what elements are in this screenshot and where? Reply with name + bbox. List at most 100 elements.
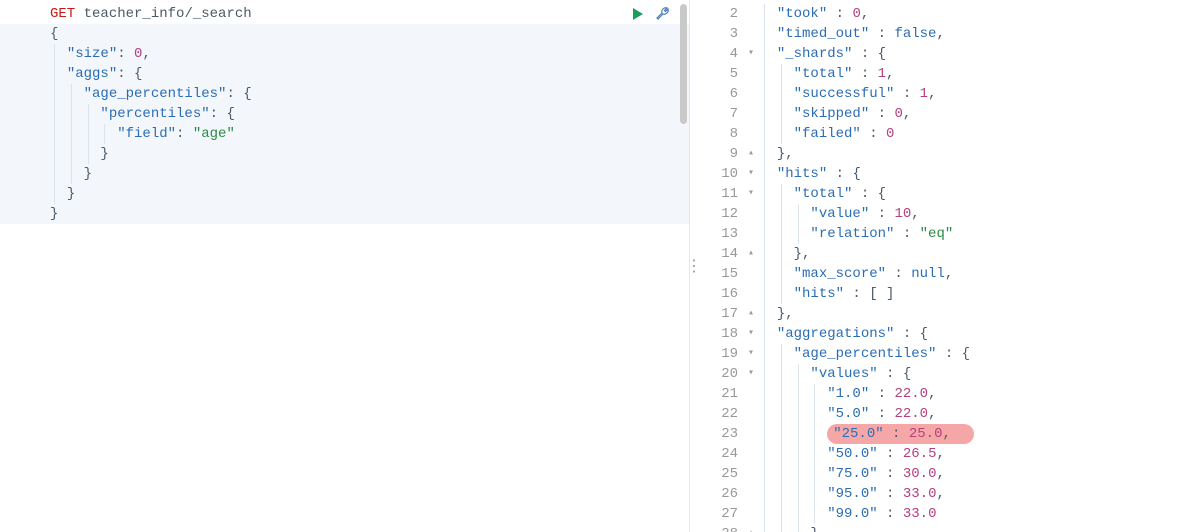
response-line[interactable]: 19▾ "age_percentiles" : { [698, 344, 974, 364]
response-line[interactable]: 28▴ } [698, 524, 974, 532]
response-line[interactable]: 17▴ }, [698, 304, 974, 324]
response-line[interactable]: 2 "took" : 0, [698, 4, 974, 24]
request-editor[interactable]: GET teacher_info/_search{ "size": 0, "ag… [0, 0, 689, 228]
request-line[interactable]: } [0, 164, 689, 184]
token-key: "aggregations" [777, 326, 895, 342]
fold-toggle[interactable]: ▾ [748, 164, 760, 184]
request-line[interactable]: } [0, 144, 689, 164]
response-line[interactable]: 10▾ "hits" : { [698, 164, 974, 184]
fold-toggle [748, 464, 760, 484]
fold-toggle[interactable]: ▴ [748, 304, 760, 324]
token-punc: : [878, 466, 903, 482]
response-line[interactable]: 13 "relation" : "eq" [698, 224, 974, 244]
fold-toggle[interactable]: ▾ [748, 344, 760, 364]
response-line[interactable]: 5 "total" : 1, [698, 64, 974, 84]
response-line[interactable]: 7 "skipped" : 0, [698, 104, 974, 124]
token-key: "percentiles" [100, 106, 209, 122]
token-punc: , [928, 86, 936, 102]
options-button[interactable] [655, 6, 671, 22]
code-content: "hits" : { [760, 164, 861, 184]
fold-toggle[interactable]: ▴ [748, 524, 760, 532]
gutter-left [0, 84, 50, 104]
response-line[interactable]: 11▾ "total" : { [698, 184, 974, 204]
request-line[interactable]: "percentiles": { [0, 104, 689, 124]
code-content: "50.0" : 26.5, [760, 444, 945, 464]
token-punc: : [894, 86, 919, 102]
token-punc: : [827, 6, 852, 22]
response-line[interactable]: 8 "failed" : 0 [698, 124, 974, 144]
response-line[interactable]: 20▾ "values" : { [698, 364, 974, 384]
indent-guide [798, 504, 799, 524]
token-punc: } [810, 526, 818, 532]
indent-guide [764, 444, 765, 464]
response-line[interactable]: 3 "timed_out" : false, [698, 24, 974, 44]
response-line[interactable]: 21 "1.0" : 22.0, [698, 384, 974, 404]
response-line[interactable]: 18▾ "aggregations" : { [698, 324, 974, 344]
response-line[interactable]: 24 "50.0" : 26.5, [698, 444, 974, 464]
token-key: "5.0" [827, 406, 869, 422]
response-line[interactable]: 9▴ }, [698, 144, 974, 164]
response-line[interactable]: 27 "99.0" : 33.0 [698, 504, 974, 524]
scrollbar-track[interactable] [679, 0, 689, 220]
code-content: "values" : { [760, 364, 911, 384]
gutter-left [0, 164, 50, 184]
line-number: 14 [698, 244, 748, 264]
fold-toggle[interactable]: ▾ [748, 44, 760, 64]
indent-guide [88, 124, 89, 144]
token-punc: , [903, 106, 911, 122]
token-punc: : [852, 66, 877, 82]
fold-toggle [748, 84, 760, 104]
request-line[interactable]: } [0, 184, 689, 204]
code-content: "skipped" : 0, [760, 104, 911, 124]
indent-guide [764, 464, 765, 484]
token-punc: : [117, 46, 134, 62]
code-content: "25.0" : 25.0, [760, 424, 974, 444]
response-line[interactable]: 25 "75.0" : 30.0, [698, 464, 974, 484]
response-line[interactable]: 6 "successful" : 1, [698, 84, 974, 104]
token-punc: : [176, 126, 193, 142]
token-num: 22.0 [894, 386, 928, 402]
line-number: 4 [698, 44, 748, 64]
line-number: 15 [698, 264, 748, 284]
fold-toggle[interactable]: ▾ [748, 364, 760, 384]
fold-toggle[interactable]: ▴ [748, 144, 760, 164]
fold-toggle[interactable]: ▴ [748, 244, 760, 264]
run-query-button[interactable] [631, 6, 645, 22]
indent-guide [764, 44, 765, 64]
request-line[interactable]: "age_percentiles": { [0, 84, 689, 104]
indent-guide [798, 464, 799, 484]
token-punc: : [869, 406, 894, 422]
fold-toggle[interactable]: ▾ [748, 324, 760, 344]
response-line[interactable]: 23 "25.0" : 25.0, [698, 424, 974, 444]
response-line[interactable]: 12 "value" : 10, [698, 204, 974, 224]
request-line[interactable]: "aggs": { [0, 64, 689, 84]
request-line[interactable]: { [0, 24, 689, 44]
response-line[interactable]: 26 "95.0" : 33.0, [698, 484, 974, 504]
token-key: "1.0" [827, 386, 869, 402]
response-viewer[interactable]: 2 "took" : 0,3 "timed_out" : false,4▾ "_… [698, 0, 974, 532]
indent-guide [54, 184, 55, 204]
indent-guide [764, 144, 765, 164]
fold-toggle [748, 104, 760, 124]
request-line[interactable]: } [0, 204, 689, 224]
response-line[interactable]: 22 "5.0" : 22.0, [698, 404, 974, 424]
code-content: "1.0" : 22.0, [760, 384, 936, 404]
panel-resizer[interactable]: ⋮ [690, 0, 698, 532]
token-punc: , [942, 426, 950, 442]
response-line[interactable]: 4▾ "_shards" : { [698, 44, 974, 64]
response-line[interactable]: 16 "hits" : [ ] [698, 284, 974, 304]
scrollbar-thumb[interactable] [680, 4, 687, 124]
indent-guide [781, 284, 782, 304]
request-line[interactable]: "field": "age" [0, 124, 689, 144]
token-punc: : { [852, 186, 886, 202]
fold-toggle[interactable]: ▾ [748, 184, 760, 204]
fold-toggle [748, 424, 760, 444]
token-punc: , [936, 446, 944, 462]
response-line[interactable]: 14▴ }, [698, 244, 974, 264]
token-key: "total" [794, 66, 853, 82]
request-line[interactable]: GET teacher_info/_search [0, 4, 689, 24]
request-line[interactable]: "size": 0, [0, 44, 689, 64]
line-number: 3 [698, 24, 748, 44]
response-line[interactable]: 15 "max_score" : null, [698, 264, 974, 284]
fold-toggle [748, 504, 760, 524]
